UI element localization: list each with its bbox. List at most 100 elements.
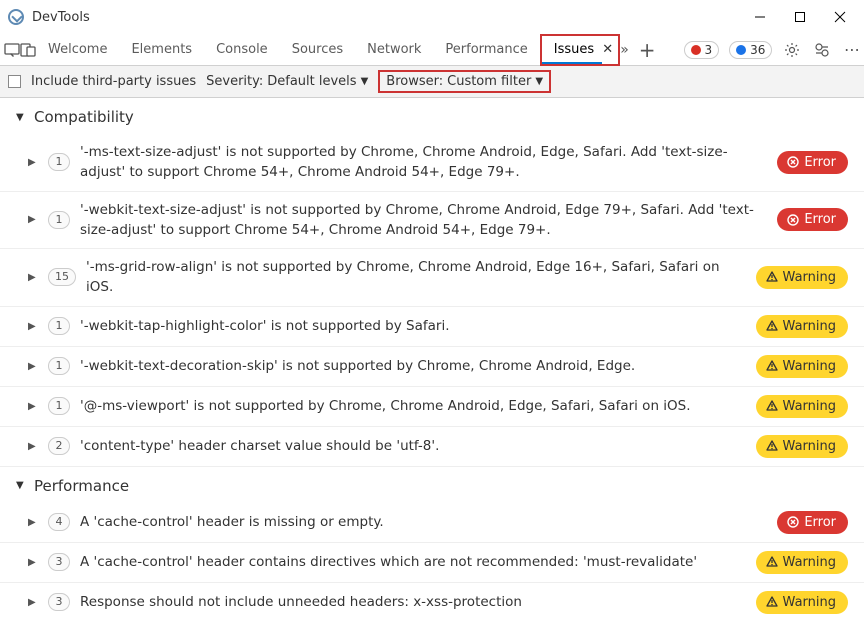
warning-badge: Warning: [756, 435, 848, 458]
tab-performance[interactable]: Performance: [433, 34, 539, 66]
issue-count: 15: [48, 268, 76, 286]
issue-text[interactable]: '-webkit-tap-highlight-color' is not sup…: [80, 316, 746, 336]
severity-filter[interactable]: Severity: Default levels ▼: [206, 74, 368, 89]
issue-count: 3: [48, 553, 70, 571]
issue-dot-icon: [736, 45, 746, 55]
issue-text[interactable]: '-webkit-text-size-adjust' is not suppor…: [80, 200, 767, 241]
section-performance[interactable]: ▼ Performance: [0, 467, 864, 503]
titlebar: DevTools: [0, 0, 864, 34]
close-tab-icon[interactable]: ✕: [602, 42, 618, 57]
customize-icon[interactable]: [812, 40, 832, 60]
issue-text[interactable]: 'content-type' header charset value shou…: [80, 436, 746, 456]
warning-badge: Warning: [756, 591, 848, 614]
maximize-button[interactable]: [792, 9, 808, 25]
issue-text[interactable]: A 'cache-control' header contains direct…: [80, 552, 746, 572]
issue-row: ▶ 1 '-webkit-text-decoration-skip' is no…: [0, 347, 864, 387]
issues-content[interactable]: ▼ Compatibility ▶ 1 '-ms-text-size-adjus…: [0, 98, 864, 620]
tab-issues[interactable]: Issues: [542, 36, 602, 64]
issue-text[interactable]: Response should not include unneeded hea…: [80, 592, 746, 612]
issue-row: ▶ 1 '-webkit-tap-highlight-color' is not…: [0, 307, 864, 347]
filter-bar: Include third-party issues Severity: Def…: [0, 66, 864, 98]
checkbox-icon: [8, 75, 21, 88]
error-counter[interactable]: 3: [684, 41, 720, 59]
warning-icon: [766, 556, 778, 568]
chevron-down-icon: ▼: [535, 76, 543, 87]
issue-row: ▶ 1 '-ms-text-size-adjust' is not suppor…: [0, 134, 864, 192]
expand-icon[interactable]: ▶: [28, 441, 38, 452]
issue-row: ▶ 1 '@-ms-viewport' is not supported by …: [0, 387, 864, 427]
expand-icon[interactable]: ▶: [28, 321, 38, 332]
warning-icon: [766, 320, 778, 332]
issue-row: ▶ 4 A 'cache-control' header is missing …: [0, 503, 864, 543]
issue-row: ▶ 3 A 'cache-control' header contains di…: [0, 543, 864, 583]
tabbar: Welcome Elements Console Sources Network…: [0, 34, 864, 66]
expand-icon[interactable]: ▶: [28, 401, 38, 412]
new-tab-button[interactable]: +: [639, 40, 656, 60]
error-badge: Error: [777, 151, 848, 174]
chevron-down-icon: ▼: [361, 76, 369, 87]
chevron-down-icon: ▼: [16, 480, 28, 491]
expand-icon[interactable]: ▶: [28, 214, 38, 225]
warning-icon: [766, 400, 778, 412]
issue-count: 4: [48, 513, 70, 531]
tab-elements[interactable]: Elements: [119, 34, 204, 66]
settings-icon[interactable]: [782, 40, 802, 60]
issue-row: ▶ 3 Response should not include unneeded…: [0, 583, 864, 620]
issue-text[interactable]: A 'cache-control' header is missing or e…: [80, 512, 767, 532]
issue-count: 1: [48, 357, 70, 375]
warning-badge: Warning: [756, 266, 848, 289]
issue-row: ▶ 2 'content-type' header charset value …: [0, 427, 864, 467]
issue-count: 3: [48, 593, 70, 611]
issue-text[interactable]: '@-ms-viewport' is not supported by Chro…: [80, 396, 746, 416]
expand-icon[interactable]: ▶: [28, 557, 38, 568]
issue-text[interactable]: '-webkit-text-decoration-skip' is not su…: [80, 356, 746, 376]
warning-badge: Warning: [756, 551, 848, 574]
warning-icon: [766, 440, 778, 452]
browser-filter-highlighted: Browser: Custom filter ▼: [378, 70, 551, 93]
tab-console[interactable]: Console: [204, 34, 280, 66]
section-compatibility[interactable]: ▼ Compatibility: [0, 98, 864, 134]
issue-count: 1: [48, 397, 70, 415]
issue-count: 2: [48, 437, 70, 455]
issue-row: ▶ 1 '-webkit-text-size-adjust' is not su…: [0, 192, 864, 250]
error-icon: [787, 214, 799, 226]
more-tabs-icon[interactable]: »: [620, 42, 629, 58]
tab-welcome[interactable]: Welcome: [36, 34, 119, 66]
issue-text[interactable]: '-ms-text-size-adjust' is not supported …: [80, 142, 767, 183]
issue-row: ▶ 15 '-ms-grid-row-align' is not support…: [0, 249, 864, 307]
tab-issues-highlighted: Issues ✕: [540, 34, 620, 66]
minimize-button[interactable]: [752, 9, 768, 25]
error-icon: [787, 156, 799, 168]
expand-icon[interactable]: ▶: [28, 517, 38, 528]
issue-count: 1: [48, 211, 70, 229]
more-menu-icon[interactable]: ⋯: [842, 40, 862, 60]
error-badge: Error: [777, 511, 848, 534]
issue-text[interactable]: '-ms-grid-row-align' is not supported by…: [86, 257, 746, 298]
close-window-button[interactable]: [832, 9, 848, 25]
issue-count: 1: [48, 153, 70, 171]
device-toggle-icon[interactable]: [20, 43, 36, 57]
tab-network[interactable]: Network: [355, 34, 433, 66]
expand-icon[interactable]: ▶: [28, 272, 38, 283]
warning-badge: Warning: [756, 355, 848, 378]
window-title: DevTools: [32, 10, 90, 25]
warning-badge: Warning: [756, 315, 848, 338]
expand-icon[interactable]: ▶: [28, 597, 38, 608]
issue-count: 1: [48, 317, 70, 335]
chevron-down-icon: ▼: [16, 112, 28, 123]
expand-icon[interactable]: ▶: [28, 361, 38, 372]
error-dot-icon: [691, 45, 701, 55]
devtools-logo-icon: [8, 9, 24, 25]
browser-filter[interactable]: Browser: Custom filter ▼: [386, 74, 543, 89]
warning-icon: [766, 271, 778, 283]
error-badge: Error: [777, 208, 848, 231]
warning-badge: Warning: [756, 395, 848, 418]
tab-sources[interactable]: Sources: [280, 34, 355, 66]
error-icon: [787, 516, 799, 528]
third-party-checkbox[interactable]: Include third-party issues: [8, 74, 196, 89]
inspect-icon[interactable]: [4, 43, 20, 57]
issue-counter[interactable]: 36: [729, 41, 772, 59]
expand-icon[interactable]: ▶: [28, 157, 38, 168]
warning-icon: [766, 360, 778, 372]
warning-icon: [766, 596, 778, 608]
